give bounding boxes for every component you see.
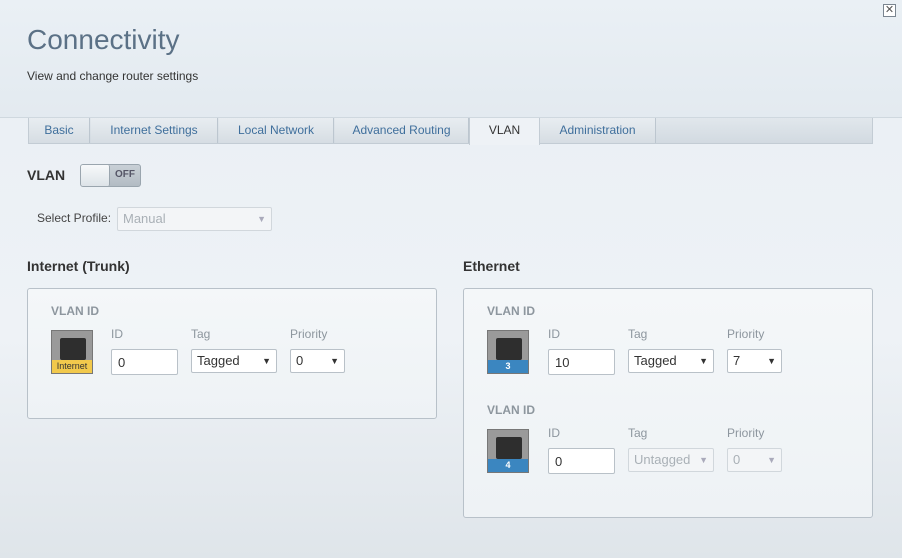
- tab-advanced-routing[interactable]: Advanced Routing: [335, 118, 469, 143]
- tab-administration[interactable]: Administration: [540, 118, 656, 143]
- port4-tag-select: Untagged ▼: [628, 448, 714, 472]
- tag-label: Tag: [628, 426, 648, 440]
- internet-priority-select[interactable]: 0 ▼: [290, 349, 345, 373]
- vlan-id-label: VLAN ID: [487, 304, 535, 318]
- port4-priority-select: 0 ▼: [727, 448, 782, 472]
- ethernet-port-icon: Internet: [51, 330, 93, 374]
- port-jack: [496, 338, 522, 360]
- tag-select-value: Tagged: [634, 353, 677, 368]
- ethernet-port-icon: 4: [487, 429, 529, 473]
- vlan-toggle[interactable]: OFF: [80, 164, 141, 187]
- profile-select: Manual ▼: [117, 207, 272, 231]
- vlan-label: VLAN: [27, 167, 66, 183]
- chevron-down-icon: ▼: [257, 214, 266, 224]
- port-jack: [60, 338, 86, 360]
- select-profile-label: Select Profile:: [37, 211, 112, 225]
- toggle-knob: [81, 165, 110, 186]
- id-label: ID: [548, 426, 560, 440]
- port-number-badge: 3: [488, 360, 528, 373]
- internet-port-badge: Internet: [52, 360, 92, 373]
- tag-label: Tag: [628, 327, 648, 341]
- priority-select-value: 7: [733, 353, 741, 368]
- page-header: Connectivity View and change router sett…: [0, 0, 902, 118]
- port3-tag-select[interactable]: Tagged ▼: [628, 349, 714, 373]
- chevron-down-icon: ▼: [699, 356, 708, 366]
- port3-id-input[interactable]: [548, 349, 615, 375]
- ethernet-panel: VLAN ID 3 ID Tag Tagged ▼ Priority 7 ▼ V…: [463, 288, 873, 518]
- tab-basic[interactable]: Basic: [29, 118, 90, 143]
- toggle-state-text: OFF: [115, 169, 135, 180]
- ethernet-section-title: Ethernet: [463, 258, 520, 274]
- tag-select-value: Untagged: [634, 452, 691, 467]
- page-title: Connectivity: [27, 24, 180, 55]
- close-icon[interactable]: ✕: [883, 4, 896, 17]
- id-label: ID: [548, 327, 560, 341]
- ethernet-port-icon: 3: [487, 330, 529, 374]
- chevron-down-icon: ▼: [262, 356, 271, 366]
- port4-id-input[interactable]: [548, 448, 615, 474]
- tag-label: Tag: [191, 327, 211, 341]
- vlan-id-label: VLAN ID: [487, 403, 535, 417]
- priority-select-value: 0: [733, 452, 741, 467]
- chevron-down-icon: ▼: [767, 455, 776, 465]
- priority-label: Priority: [290, 327, 328, 341]
- internet-panel: VLAN ID Internet ID Tag Tagged ▼ Priorit…: [27, 288, 437, 419]
- priority-label: Priority: [727, 426, 765, 440]
- tab-internet-settings[interactable]: Internet Settings: [91, 118, 218, 143]
- chevron-down-icon: ▼: [330, 356, 339, 366]
- priority-label: Priority: [727, 327, 765, 341]
- internet-tag-select[interactable]: Tagged ▼: [191, 349, 277, 373]
- port-jack: [496, 437, 522, 459]
- chevron-down-icon: ▼: [767, 356, 776, 366]
- tab-bar: Basic Internet Settings Local Network Ad…: [28, 118, 873, 145]
- chevron-down-icon: ▼: [699, 455, 708, 465]
- page-subtitle: View and change router settings: [27, 69, 199, 83]
- vlan-id-label: VLAN ID: [51, 304, 99, 318]
- port3-priority-select[interactable]: 7 ▼: [727, 349, 782, 373]
- internet-section-title: Internet (Trunk): [27, 258, 130, 274]
- id-label: ID: [111, 327, 123, 341]
- profile-select-value: Manual: [123, 211, 166, 226]
- tab-vlan[interactable]: VLAN: [469, 118, 540, 145]
- priority-select-value: 0: [296, 353, 304, 368]
- internet-id-input[interactable]: [111, 349, 178, 375]
- tab-local-network[interactable]: Local Network: [219, 118, 334, 143]
- tag-select-value: Tagged: [197, 353, 240, 368]
- port-number-badge: 4: [488, 459, 528, 472]
